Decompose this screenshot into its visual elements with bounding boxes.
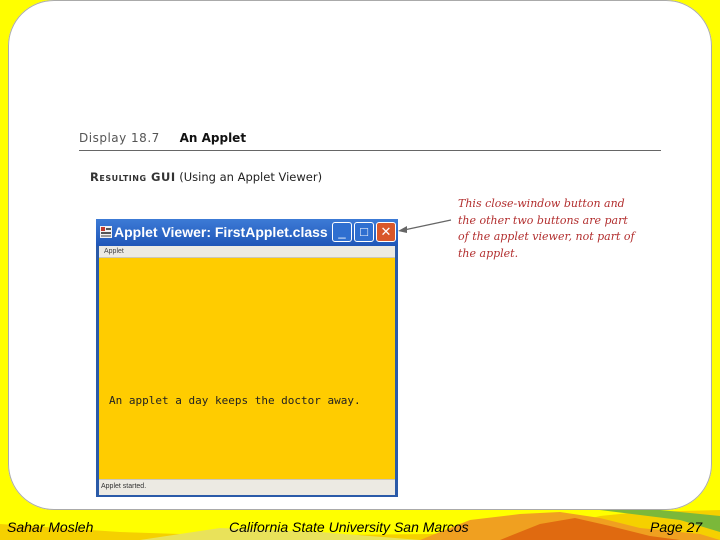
- annotation-line: of the applet viewer, not part of: [458, 230, 635, 243]
- close-button[interactable]: ✕: [376, 222, 396, 242]
- maximize-icon: □: [360, 224, 368, 239]
- close-icon: ✕: [380, 224, 392, 239]
- status-text: Applet started.: [101, 483, 147, 490]
- resulting-gui-caption: Resulting GUI (Using an Applet Viewer): [90, 170, 322, 184]
- status-bar: Applet started.: [99, 479, 395, 495]
- menu-bar: Applet: [99, 246, 395, 258]
- footer-university: California State University San Marcos: [229, 519, 469, 535]
- window-titlebar[interactable]: Applet Viewer: FirstApplet.class _ □ ✕: [96, 219, 398, 246]
- annotation-line: This close-window button and: [458, 197, 625, 210]
- window-title: Applet Viewer: FirstApplet.class: [114, 224, 328, 240]
- applet-message: An applet a day keeps the doctor away.: [109, 394, 361, 407]
- annotation-line: the other two buttons are part: [458, 213, 628, 227]
- figure-header: Display 18.7 An Applet: [79, 131, 246, 145]
- display-title: An Applet: [179, 131, 247, 145]
- annotation-line: the applet.: [458, 246, 519, 260]
- minimize-icon: _: [338, 224, 346, 239]
- resulting-gui-note: (Using an Applet Viewer): [179, 170, 323, 184]
- resulting-gui-label: Resulting GUI: [90, 170, 176, 184]
- figure-rule: [79, 150, 661, 151]
- footer-author: Sahar Mosleh: [7, 519, 94, 535]
- minimize-button[interactable]: _: [332, 222, 352, 242]
- display-number: Display 18.7: [79, 131, 160, 145]
- annotation-text: This close-window button and the other t…: [458, 196, 648, 262]
- annotation-arrow: [398, 219, 452, 233]
- applet-viewer-window: Applet Viewer: FirstApplet.class _ □ ✕ A…: [96, 219, 398, 497]
- applet-viewer-icon: [100, 226, 112, 238]
- slide-footer: Sahar Mosleh California State University…: [0, 510, 720, 540]
- maximize-button[interactable]: □: [354, 222, 374, 242]
- page-number: Page 27: [650, 519, 703, 535]
- menu-applet[interactable]: Applet: [104, 246, 124, 257]
- applet-content-area[interactable]: An applet a day keeps the doctor away.: [99, 258, 395, 479]
